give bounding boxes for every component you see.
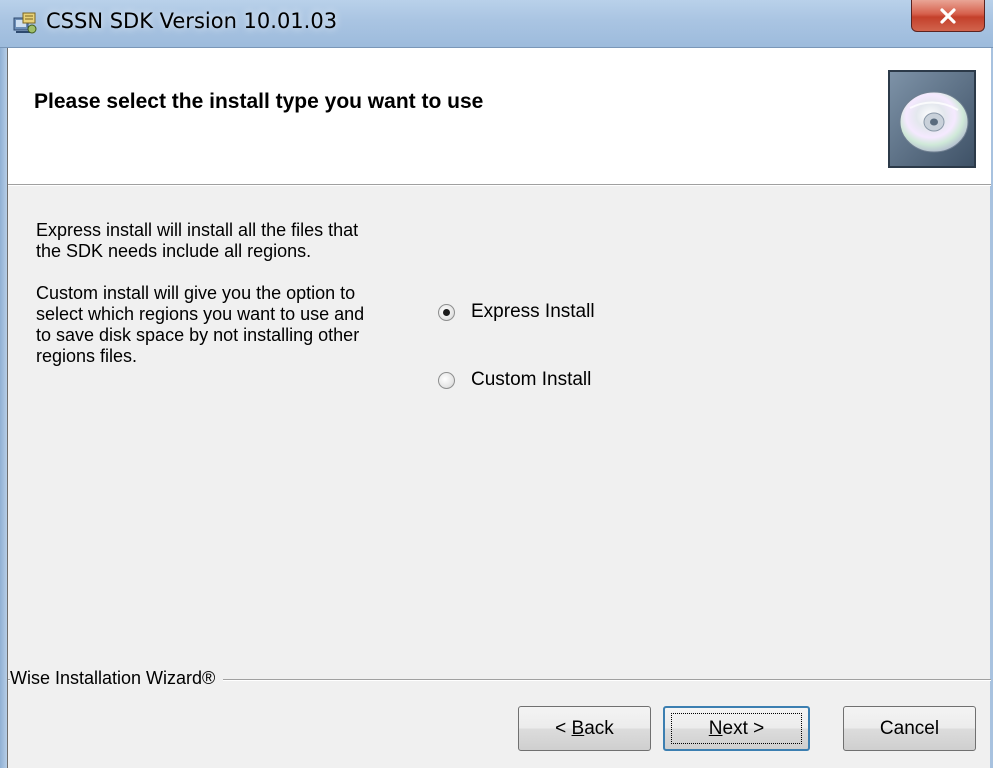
custom-description: Custom install will give you the option … bbox=[36, 283, 365, 366]
next-button[interactable]: Next > bbox=[663, 706, 810, 751]
radio-unchecked-icon[interactable] bbox=[438, 371, 455, 389]
header-banner: Please select the install type you want … bbox=[8, 48, 991, 184]
cd-disc-icon bbox=[888, 70, 976, 168]
install-type-description: Express install will install all the fil… bbox=[36, 220, 376, 388]
installer-app-icon bbox=[13, 12, 37, 34]
cancel-button-label: Cancel bbox=[879, 717, 940, 739]
cancel-button[interactable]: Cancel bbox=[843, 706, 976, 751]
header-divider bbox=[8, 184, 991, 186]
express-description: Express install will install all the fil… bbox=[36, 220, 359, 261]
back-button-prefix: < bbox=[555, 717, 572, 739]
back-button-mnemonic: B bbox=[571, 717, 585, 739]
window-title: CSSN SDK Version 10.01.03 bbox=[46, 9, 338, 33]
title-bar[interactable]: CSSN SDK Version 10.01.03 bbox=[0, 0, 993, 48]
branding-label: Wise Installation Wizard® bbox=[10, 668, 224, 689]
express-install-radio[interactable]: Express Install bbox=[438, 301, 595, 323]
window-frame-left bbox=[0, 48, 7, 768]
express-install-label[interactable]: Express Install bbox=[471, 301, 595, 323]
custom-install-label[interactable]: Custom Install bbox=[471, 369, 591, 391]
custom-install-radio[interactable]: Custom Install bbox=[438, 369, 591, 391]
close-icon bbox=[940, 7, 956, 24]
radio-checked-icon[interactable] bbox=[438, 303, 455, 321]
back-button-rest: ack bbox=[584, 717, 614, 739]
installer-dialog: Please select the install type you want … bbox=[7, 48, 991, 768]
back-button[interactable]: < Back bbox=[518, 706, 651, 751]
focus-rectangle bbox=[671, 713, 802, 744]
close-button[interactable] bbox=[911, 0, 985, 32]
page-title: Please select the install type you want … bbox=[34, 90, 484, 113]
